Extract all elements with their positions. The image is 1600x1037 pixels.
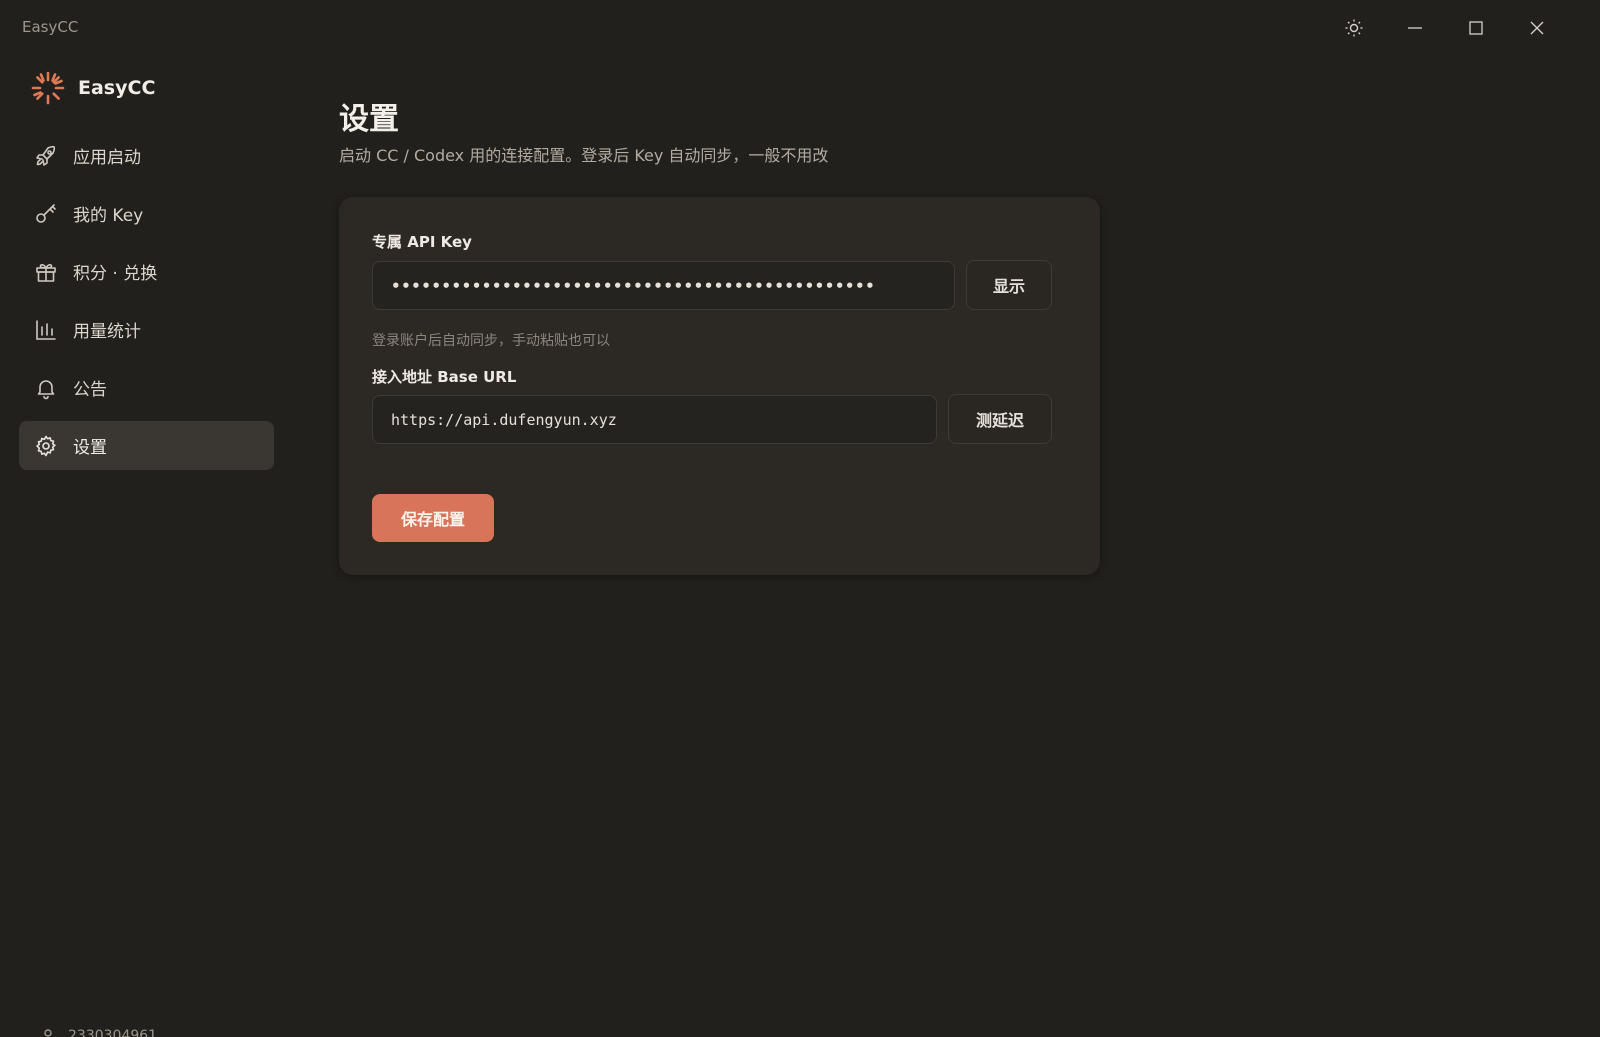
page-subtitle: 启动 CC / Codex 用的连接配置。登录后 Key 自动同步，一般不用改 (339, 146, 829, 165)
minimize-icon (1408, 27, 1422, 29)
brand-name: EasyCC (78, 77, 156, 99)
sidebar-item-my-key[interactable]: 我的 Key (19, 189, 274, 238)
theme-toggle-button[interactable] (1334, 12, 1374, 44)
sunburst-logo-icon (30, 70, 66, 106)
maximize-button[interactable] (1456, 12, 1496, 44)
sidebar-item-app-launch[interactable]: 应用启动 (19, 131, 274, 180)
sidebar-item-settings[interactable]: 设置 (19, 421, 274, 470)
gear-icon (33, 433, 59, 459)
window-title: EasyCC (22, 18, 79, 36)
test-latency-button[interactable]: 测延迟 (948, 394, 1052, 444)
bar-chart-icon (33, 317, 59, 343)
close-button[interactable] (1517, 12, 1557, 44)
sidebar-nav: 应用启动 我的 Key 积分 · 兑换 用量统计 公告 设置 (19, 131, 274, 479)
api-key-label: 专属 API Key (372, 233, 472, 251)
sidebar-item-announcements[interactable]: 公告 (19, 363, 274, 412)
sun-icon (1345, 19, 1363, 37)
sidebar-item-points-redeem[interactable]: 积分 · 兑换 (19, 247, 274, 296)
sidebar-item-label: 积分 · 兑换 (73, 264, 158, 284)
user-id: 2330304961 (68, 1028, 158, 1037)
bell-icon (33, 375, 59, 401)
minimize-button[interactable] (1395, 12, 1435, 44)
rocket-icon (33, 143, 59, 169)
settings-card: 专属 API Key •••••••••••••••••••••••••••••… (339, 197, 1100, 575)
sidebar: EasyCC 应用启动 我的 Key 积分 · 兑换 用量统计 公告 设置 23… (0, 56, 290, 1037)
sidebar-item-label: 应用启动 (73, 148, 141, 168)
sidebar-item-label: 公告 (73, 380, 107, 400)
gift-icon (33, 259, 59, 285)
page-title: 设置 (339, 102, 399, 137)
user-icon (44, 1029, 52, 1037)
close-icon (1530, 21, 1544, 35)
sidebar-item-label: 设置 (73, 438, 107, 458)
key-icon (33, 201, 59, 227)
show-key-button[interactable]: 显示 (966, 260, 1052, 310)
app-window: EasyCC EasyCC 应用启动 我的 Key 积分 · 兑换 用量统计 公… (0, 0, 1600, 1037)
maximize-icon (1469, 21, 1483, 35)
title-bar: EasyCC (0, 0, 1600, 56)
sidebar-item-usage-stats[interactable]: 用量统计 (19, 305, 274, 354)
save-config-button[interactable]: 保存配置 (372, 494, 494, 542)
api-key-hint: 登录账户后自动同步，手动粘贴也可以 (372, 333, 610, 349)
brand: EasyCC (30, 68, 155, 108)
sidebar-item-label: 用量统计 (73, 322, 141, 342)
base-url-input[interactable]: https://api.dufengyun.xyz (372, 395, 937, 444)
sidebar-item-label: 我的 Key (73, 206, 144, 226)
base-url-label: 接入地址 Base URL (372, 368, 517, 386)
api-key-input[interactable]: ••••••••••••••••••••••••••••••••••••••••… (372, 261, 955, 310)
user-account[interactable]: 2330304961 (40, 1028, 157, 1037)
